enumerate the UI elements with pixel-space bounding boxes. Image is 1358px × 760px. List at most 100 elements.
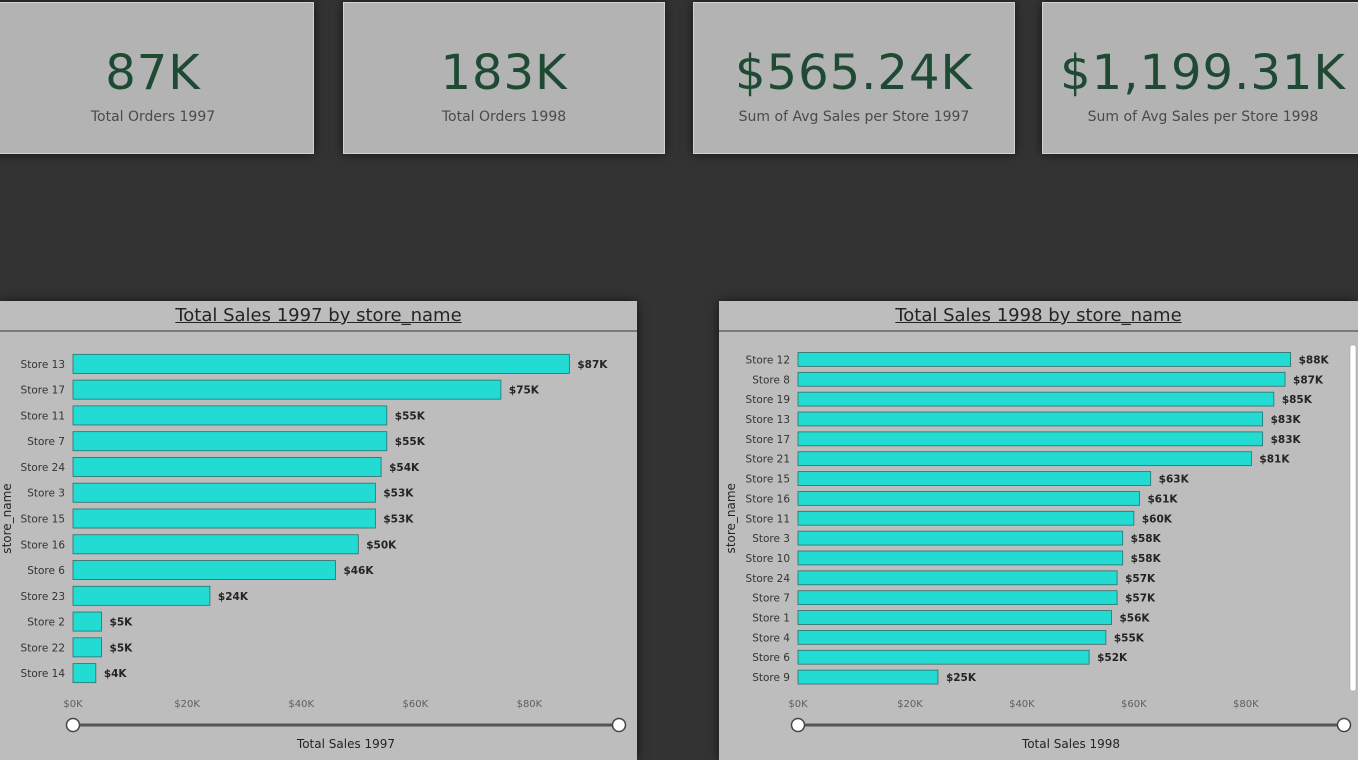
bar[interactable] [797, 371, 1286, 387]
bar[interactable] [797, 491, 1140, 506]
bar[interactable] [72, 534, 359, 555]
category-label: Store 6 [752, 652, 790, 664]
bar[interactable] [797, 431, 1264, 447]
scrollbar-thumb[interactable] [1349, 344, 1357, 692]
bar[interactable] [72, 353, 570, 374]
chart-total-sales-1998: Total Sales 1998 by store_name Store 12 $… [719, 301, 1358, 760]
x-tick-label: $40K [1009, 699, 1035, 710]
bar[interactable] [797, 550, 1124, 566]
zoom-slider-handle-right[interactable] [1336, 717, 1352, 733]
category-label: Store 13 [21, 359, 65, 371]
data-label: $24K [218, 591, 249, 603]
category-label: Store 21 [746, 454, 790, 466]
bar[interactable] [72, 405, 388, 426]
category-label: Store 17 [746, 434, 790, 446]
category-label: Store 7 [27, 436, 65, 448]
bar[interactable] [797, 471, 1152, 486]
category-label: Store 24 [746, 573, 791, 585]
data-label: $60K [1142, 513, 1173, 525]
data-label: $50K [366, 539, 397, 551]
category-label: Store 4 [752, 632, 790, 644]
bar[interactable] [72, 379, 502, 400]
data-label: $81K [1259, 454, 1290, 466]
bar[interactable] [797, 610, 1112, 625]
bar[interactable] [72, 611, 102, 632]
category-label: Store 12 [746, 354, 790, 366]
bar[interactable] [72, 560, 336, 580]
bar[interactable] [797, 391, 1275, 407]
category-label: Store 2 [27, 617, 65, 629]
zoom-slider-handle-left[interactable] [65, 717, 81, 733]
bar[interactable] [72, 457, 382, 477]
bar[interactable] [797, 530, 1124, 546]
zoom-slider-handle-right[interactable] [611, 717, 627, 733]
x-tick-label: $0K [63, 699, 83, 710]
data-label: $52K [1097, 652, 1128, 664]
bar[interactable] [72, 663, 97, 684]
kpi-label: Total Orders 1997 [90, 109, 216, 125]
x-tick-label: $0K [788, 699, 808, 710]
y-axis-title: store_name [724, 483, 738, 553]
x-tick-label: $80K [517, 699, 543, 710]
data-label: $75K [509, 385, 540, 397]
x-tick-label: $60K [1121, 699, 1147, 710]
kpi-label: Total Orders 1998 [441, 109, 567, 125]
bar[interactable] [72, 482, 376, 503]
data-label: $57K [1125, 593, 1156, 605]
data-label: $53K [383, 488, 414, 500]
data-label: $5K [110, 617, 134, 629]
zoom-slider-handle-left[interactable] [790, 717, 806, 733]
data-label: $54K [389, 462, 420, 474]
bar[interactable] [797, 649, 1090, 665]
x-tick-label: $60K [402, 699, 428, 710]
bar[interactable] [72, 508, 376, 529]
kpi-label: Sum of Avg Sales per Store 1997 [738, 109, 970, 125]
data-label: $88K [1299, 354, 1330, 366]
category-label: Store 10 [746, 553, 790, 565]
bar[interactable] [797, 590, 1118, 606]
x-tick-label: $40K [288, 699, 314, 710]
data-label: $87K [577, 359, 608, 371]
x-axis-title: Total Sales 1997 [296, 737, 395, 751]
data-label: $25K [946, 672, 977, 684]
bar[interactable] [797, 411, 1264, 427]
category-label: Store 15 [21, 514, 65, 526]
category-label: Store 11 [21, 410, 65, 422]
bar-chart-1998: Store 12 $88K Store 8 $87K Store 19 $85K Store… [724, 344, 1357, 751]
bar[interactable] [72, 431, 388, 452]
bar-chart-1997: Store 13 $87K Store 17 $75K Store 11 $55K Stor… [0, 353, 627, 751]
bar[interactable] [72, 585, 211, 606]
data-label: $63K [1159, 474, 1190, 486]
category-label: Store 15 [746, 474, 790, 486]
kpi-card-total-orders-1998: 183K Total Orders 1998 [343, 2, 665, 154]
data-label: $55K [1114, 632, 1145, 644]
category-label: Store 6 [27, 565, 65, 577]
kpi-value: $565.24K [735, 45, 973, 101]
bar[interactable] [797, 570, 1118, 586]
category-label: Store 23 [21, 591, 65, 603]
kpi-value: 87K [105, 45, 201, 101]
category-label: Store 13 [746, 414, 790, 426]
y-axis-title: store_name [0, 483, 14, 553]
category-label: Store 16 [746, 493, 791, 505]
category-label: Store 19 [746, 394, 790, 406]
bar[interactable] [797, 669, 939, 685]
bar[interactable] [797, 451, 1252, 467]
category-label: Store 1 [752, 613, 790, 625]
bar[interactable] [797, 510, 1135, 526]
bar[interactable] [72, 637, 102, 658]
category-label: Store 16 [21, 539, 66, 551]
category-label: Store 17 [21, 385, 65, 397]
bar[interactable] [797, 352, 1292, 367]
kpi-label: Sum of Avg Sales per Store 1998 [1087, 109, 1319, 125]
category-label: Store 22 [21, 642, 65, 654]
chart-total-sales-1997: Total Sales 1997 by store_name Store 13 $… [0, 301, 637, 760]
data-label: $58K [1131, 533, 1162, 545]
kpi-value: $1,199.31K [1060, 45, 1346, 101]
data-label: $55K [395, 410, 426, 422]
bar[interactable] [797, 630, 1107, 645]
kpi-card-avg-sales-1997: $565.24K Sum of Avg Sales per Store 1997 [693, 2, 1015, 154]
data-label: $4K [104, 668, 128, 680]
data-label: $46K [343, 565, 374, 577]
data-label: $87K [1293, 374, 1324, 386]
